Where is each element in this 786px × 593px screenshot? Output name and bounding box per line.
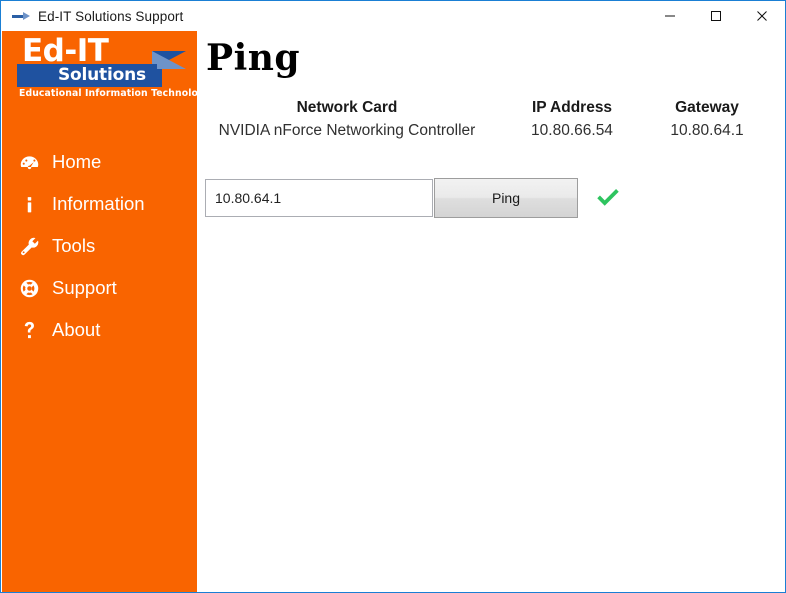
minimize-icon [665, 15, 675, 17]
info-icon [16, 194, 42, 215]
minimize-button[interactable] [647, 1, 693, 31]
sidebar-item-support[interactable]: Support [2, 267, 197, 309]
sidebar-item-information[interactable]: Information [2, 183, 197, 225]
table-header-row: Network Card IP Address Gateway [197, 99, 785, 117]
logo-primary-text: Ed-IT [22, 33, 109, 69]
arrow-right-icon [10, 5, 32, 27]
sidebar-item-label: Home [52, 150, 102, 172]
sidebar-item-tools[interactable]: Tools [2, 225, 197, 267]
column-header-ip-address: IP Address [531, 99, 613, 116]
ping-button[interactable]: Ping [434, 178, 578, 218]
cell-network-card: NVIDIA nForce Networking Controller [218, 122, 476, 139]
life-ring-icon [16, 278, 42, 299]
ping-status-indicator [594, 184, 622, 212]
sidebar-item-about[interactable]: About [2, 309, 197, 351]
sidebar-item-home[interactable]: Home [2, 141, 197, 183]
cell-gateway: 10.80.64.1 [670, 122, 744, 139]
app-logo: Ed-IT Solutions Educational Information … [12, 34, 197, 108]
maximize-icon [711, 11, 721, 21]
logo-secondary-text: Solutions [58, 65, 146, 85]
sidebar-nav: Home Information Tools Support About [2, 141, 197, 351]
wrench-icon [16, 236, 42, 257]
ping-host-input[interactable] [205, 179, 433, 217]
sidebar-item-label: Tools [52, 234, 96, 256]
column-header-gateway: Gateway [675, 99, 739, 116]
sidebar-item-label: About [52, 318, 101, 340]
column-header-network-card: Network Card [296, 99, 398, 116]
table-row: NVIDIA nForce Networking Controller 10.8… [197, 122, 785, 140]
network-info-table: Network Card IP Address Gateway NVIDIA n… [197, 99, 785, 140]
sidebar: Ed-IT Solutions Educational Information … [2, 31, 197, 592]
close-button[interactable] [739, 1, 785, 31]
sidebar-item-label: Information [52, 192, 145, 214]
dashboard-icon [16, 152, 42, 173]
question-mark-icon [16, 320, 42, 341]
sidebar-item-label: Support [52, 276, 117, 298]
ping-form: Ping [205, 178, 622, 218]
logo-arrow-head-lower [152, 51, 186, 69]
app-window: Ed-IT Solutions Support Ed-IT Solutions … [0, 0, 786, 593]
window-controls [647, 1, 785, 31]
title-bar: Ed-IT Solutions Support [1, 1, 785, 31]
logo-tagline: Educational Information Technology [19, 88, 197, 99]
window-title: Ed-IT Solutions Support [38, 8, 184, 24]
check-mark-icon [597, 189, 619, 206]
page-title: Ping [206, 37, 301, 79]
close-icon [757, 11, 767, 21]
maximize-button[interactable] [693, 1, 739, 31]
main-content: Ping Network Card IP Address Gateway NVI… [197, 31, 785, 592]
cell-ip-address: 10.80.66.54 [531, 122, 613, 139]
